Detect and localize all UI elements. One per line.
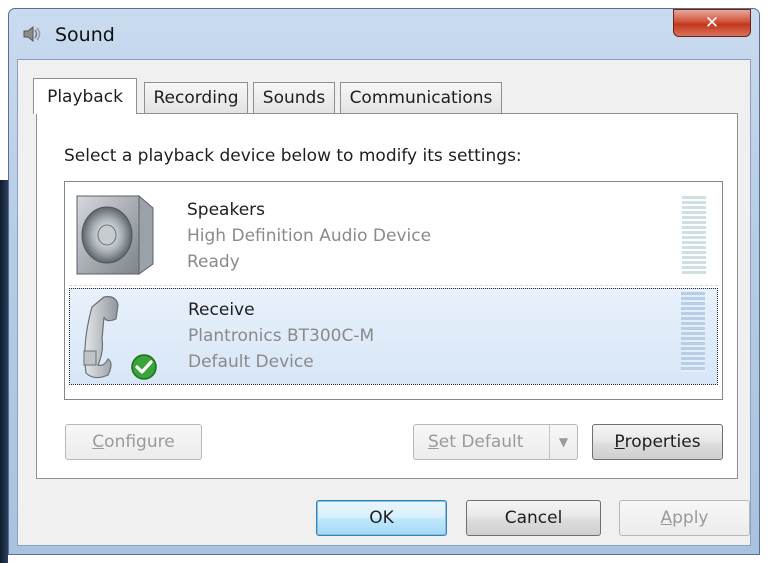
tab-label: Playback bbox=[47, 86, 123, 107]
mnemonic: S bbox=[428, 432, 439, 452]
device-description: Plantronics BT300C-M bbox=[188, 326, 375, 346]
mnemonic: P bbox=[614, 432, 625, 452]
close-button[interactable]: ✕ bbox=[673, 9, 751, 37]
tab-recording[interactable]: Recording bbox=[144, 82, 248, 113]
desktop-edge bbox=[0, 180, 8, 563]
tab-label: Recording bbox=[153, 88, 239, 108]
device-status: Default Device bbox=[188, 352, 314, 372]
button-label: et Default bbox=[438, 432, 524, 452]
level-meter bbox=[681, 292, 705, 372]
button-label: pply bbox=[672, 508, 709, 528]
tab-label: Communications bbox=[349, 88, 493, 108]
close-icon: ✕ bbox=[704, 13, 720, 33]
window-title: Sound bbox=[55, 24, 115, 46]
device-name: Speakers bbox=[187, 200, 266, 220]
device-description: High Definition Audio Device bbox=[187, 226, 432, 246]
title-bar[interactable]: Sound ✕ bbox=[9, 9, 759, 59]
tab-communications[interactable]: Communications bbox=[340, 82, 502, 113]
button-label: onfigure bbox=[104, 432, 175, 452]
apply-button[interactable]: Apply bbox=[619, 500, 750, 536]
tab-sounds[interactable]: Sounds bbox=[253, 82, 335, 113]
speaker-app-icon bbox=[23, 25, 41, 43]
properties-button[interactable]: Properties bbox=[592, 424, 723, 460]
instruction-text: Select a playback device below to modify… bbox=[64, 146, 522, 166]
mnemonic: A bbox=[660, 508, 673, 528]
tab-playback[interactable]: Playback bbox=[33, 78, 137, 114]
button-label: roperties bbox=[624, 432, 701, 452]
ok-button[interactable]: OK bbox=[316, 500, 447, 536]
set-default-button[interactable]: Set Default ▼ bbox=[413, 424, 578, 460]
device-name: Receive bbox=[188, 300, 255, 320]
device-item-receive[interactable]: Receive Plantronics BT300C-M Default Dev… bbox=[69, 288, 718, 385]
configure-button[interactable]: Configure bbox=[65, 424, 202, 460]
chevron-down-icon[interactable]: ▼ bbox=[549, 425, 577, 459]
cancel-button[interactable]: Cancel bbox=[466, 500, 601, 536]
device-item-speakers[interactable]: Speakers High Definition Audio Device Re… bbox=[69, 186, 718, 286]
device-list[interactable]: Speakers High Definition Audio Device Re… bbox=[64, 181, 723, 400]
device-status: Ready bbox=[187, 252, 240, 272]
mnemonic: C bbox=[92, 432, 105, 452]
speaker-icon bbox=[76, 194, 154, 275]
check-icon bbox=[131, 354, 157, 380]
level-meter bbox=[682, 196, 706, 276]
tab-label: Sounds bbox=[262, 88, 326, 108]
